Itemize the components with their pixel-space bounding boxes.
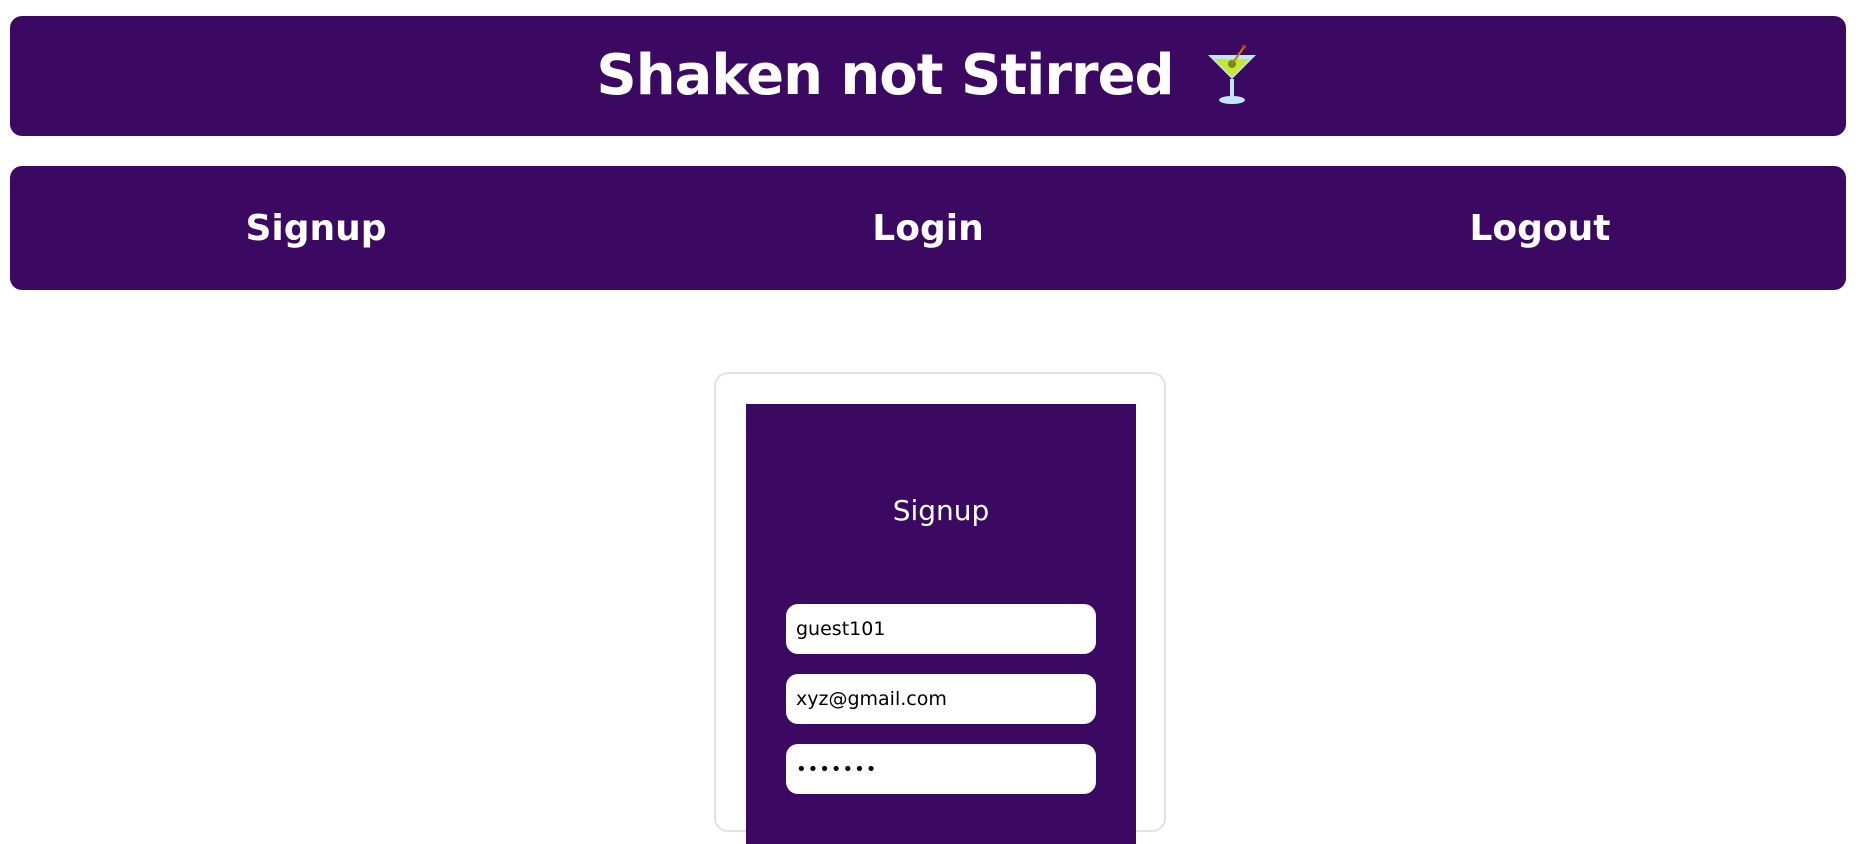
password-input[interactable]	[786, 744, 1096, 794]
main-nav: Signup Login Logout	[10, 166, 1846, 290]
site-header: Shaken not Stirred	[10, 16, 1846, 136]
nav-login-link[interactable]: Login	[622, 208, 1234, 249]
nav-logout-link[interactable]: Logout	[1234, 208, 1846, 249]
cocktail-icon	[1204, 45, 1260, 107]
nav-signup-link[interactable]: Signup	[10, 208, 622, 249]
signup-form: Signup	[746, 404, 1136, 844]
username-input[interactable]	[786, 604, 1096, 654]
signup-card: Signup	[714, 372, 1166, 844]
site-title: Shaken not Stirred	[596, 43, 1174, 108]
email-input[interactable]	[786, 674, 1096, 724]
signup-form-title: Signup	[892, 494, 990, 527]
